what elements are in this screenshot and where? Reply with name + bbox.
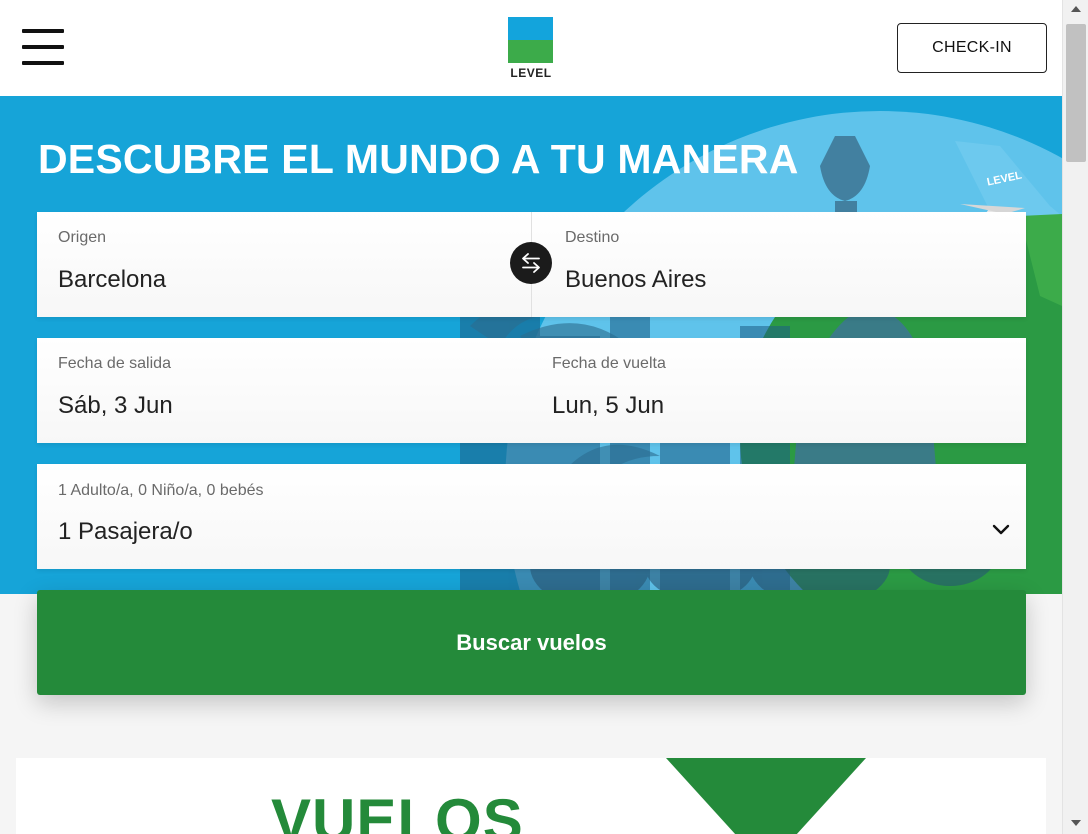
destination-field[interactable]: Destino Buenos Aires	[532, 212, 1026, 317]
hero-title: DESCUBRE EL MUNDO A TU MANERA	[38, 136, 799, 182]
return-value: Lun, 5 Jun	[552, 392, 665, 419]
origin-label: Origen	[58, 229, 107, 246]
departure-date-field[interactable]: Fecha de salida Sáb, 3 Jun	[37, 338, 531, 443]
dates-card: Fecha de salida Sáb, 3 Jun Fecha de vuel…	[37, 338, 1026, 443]
destination-value: Buenos Aires	[565, 266, 707, 293]
promo-green-triangle	[666, 758, 866, 834]
hamburger-menu-icon[interactable]	[22, 29, 64, 65]
logo-blue-block	[508, 17, 553, 40]
passengers-selector[interactable]: 1 Adulto/a, 0 Niño/a, 0 bebés 1 Pasajera…	[37, 464, 1026, 569]
level-logo[interactable]: LEVEL	[508, 17, 554, 81]
destination-label: Destino	[565, 229, 620, 246]
logo-text: LEVEL	[510, 66, 552, 80]
origin-field[interactable]: Origen Barcelona	[37, 212, 531, 317]
passengers-value: 1 Pasajera/o	[58, 518, 193, 545]
chevron-down-icon	[992, 524, 1010, 535]
scrollbar-thumb[interactable]	[1066, 24, 1086, 162]
passengers-breakdown: 1 Adulto/a, 0 Niño/a, 0 bebés	[58, 482, 264, 499]
header: LEVEL CHECK-IN	[0, 0, 1062, 96]
search-flights-button[interactable]: Buscar vuelos	[37, 590, 1026, 695]
return-date-field[interactable]: Fecha de vuelta Lun, 5 Jun	[532, 338, 1026, 443]
scroll-up-arrow-icon[interactable]	[1071, 6, 1081, 12]
promo-section: VUELOS	[16, 758, 1046, 834]
scroll-down-arrow-icon[interactable]	[1071, 820, 1081, 826]
swap-cities-button[interactable]	[510, 242, 552, 284]
swap-arrows-icon	[522, 253, 540, 273]
vertical-scrollbar[interactable]	[1062, 0, 1088, 834]
origin-value: Barcelona	[58, 266, 167, 293]
page: LEVEL CHECK-IN LEVEL DESCUBRE EL MUNDO A…	[0, 0, 1088, 834]
departure-value: Sáb, 3 Jun	[58, 392, 173, 419]
promo-title: VUELOS	[271, 787, 524, 834]
logo-green-block	[508, 40, 553, 63]
departure-label: Fecha de salida	[58, 355, 171, 372]
return-label: Fecha de vuelta	[552, 355, 666, 372]
check-in-button[interactable]: CHECK-IN	[897, 23, 1047, 73]
